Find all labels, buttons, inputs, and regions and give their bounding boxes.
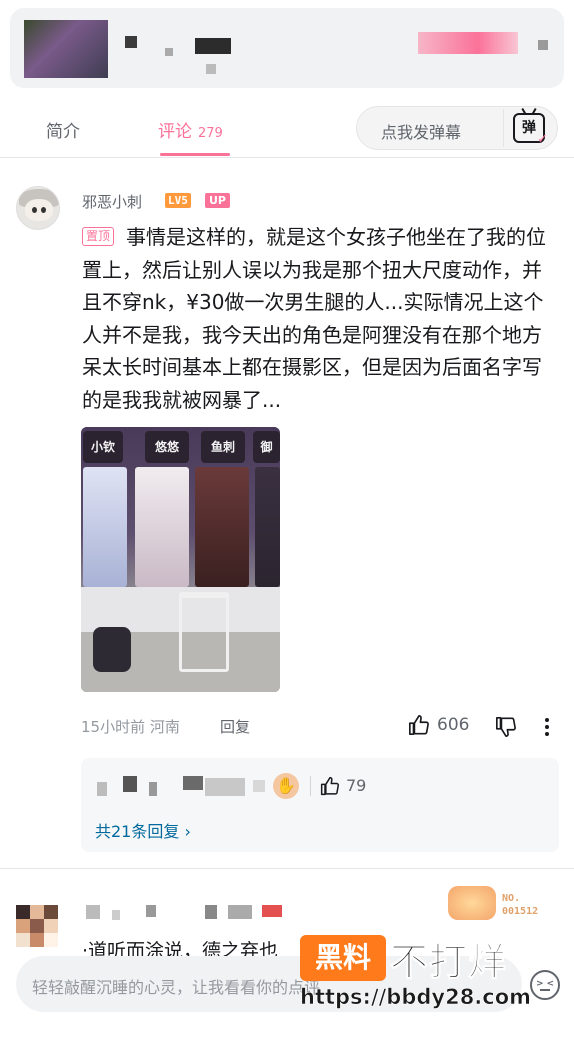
blurred-title: [125, 36, 137, 48]
reply-like-count: 79: [346, 776, 367, 795]
more-options-icon[interactable]: [539, 716, 555, 738]
avatar-pixel: [16, 919, 30, 933]
avatar-pixel: [30, 905, 44, 919]
view-replies-label: 共21条回复: [95, 822, 180, 841]
avatar-pixel: [44, 933, 58, 947]
blurred-follow: [538, 40, 548, 50]
photo-chair: [179, 592, 229, 672]
video-header-card[interactable]: [10, 8, 564, 88]
avatar-face: [25, 199, 53, 221]
photo-sign: 悠悠: [145, 431, 189, 463]
blurred-username: [86, 905, 100, 919]
blurred-username: [112, 910, 120, 920]
photo-poster: [255, 467, 280, 587]
blurred-username: [228, 905, 252, 919]
danmaku-divider: [503, 109, 504, 147]
blurred-reply: [97, 782, 107, 796]
thumbs-up-icon[interactable]: [320, 776, 340, 796]
check-icon: ✓: [537, 132, 548, 147]
photo-poster: [83, 467, 127, 587]
avatar-pixel: [16, 933, 30, 947]
emoji-icon-eye: <: [546, 979, 554, 989]
active-tab-indicator: [160, 153, 230, 156]
fan-badge-icon: [448, 886, 496, 920]
comment-meta: 15小时前 河南: [81, 716, 180, 737]
avatar-pixel: [44, 905, 58, 919]
blurred-username: [205, 905, 217, 919]
fan-badge-number: NO. 001512: [502, 893, 539, 917]
tab-comments[interactable]: 评论 279: [158, 117, 223, 142]
comment-username[interactable]: 邪恶小刺: [82, 191, 142, 212]
blurred-reply: [149, 782, 157, 796]
blurred-reply: [253, 780, 265, 792]
avatar[interactable]: [16, 905, 58, 947]
comment-body[interactable]: 事情是这样的，就是这个女孩子他坐在了我的位置上，然后让别人误以为我是那个扭大尺度…: [82, 221, 552, 416]
avatar-pixel: [30, 919, 44, 933]
comment-count: 279: [198, 126, 223, 141]
danmaku-icon-label: 弹: [522, 120, 536, 136]
watermark-text: 不打烊: [389, 940, 508, 985]
emoji-icon-eye: >: [536, 979, 544, 989]
watermark-logo: 黑料: [300, 935, 386, 981]
blurred-username: [262, 905, 282, 917]
avatar[interactable]: [16, 186, 60, 230]
comment-image[interactable]: 小钦 悠悠 鱼刺 御: [81, 427, 280, 692]
chevron-right-icon: ›: [184, 822, 191, 841]
emoji-button[interactable]: > <: [530, 970, 560, 1000]
photo-bag: [93, 627, 131, 672]
danmaku-toggle-icon[interactable]: 弹 ✓: [513, 113, 548, 147]
reply-button[interactable]: 回复: [220, 716, 250, 737]
tab-comments-label: 评论: [158, 122, 192, 142]
avatar-eye: [41, 207, 46, 213]
thumbs-up-icon[interactable]: [408, 714, 430, 736]
view-replies-link[interactable]: 共21条回复 ›: [95, 818, 191, 842]
avatar-pixel: [44, 919, 58, 933]
level-badge: LV5: [165, 193, 191, 208]
blurred-title: [206, 64, 216, 74]
photo-sign: 小钦: [83, 431, 123, 463]
blurred-title: [195, 38, 231, 54]
comment-time: 15小时前: [81, 718, 146, 736]
comment-location: 河南: [149, 718, 180, 736]
like-count: 606: [437, 715, 470, 735]
photo-poster: [135, 467, 189, 587]
photo-sign: 御: [253, 431, 280, 463]
avatar-pixel: [16, 905, 30, 919]
blurred-title: [165, 48, 173, 56]
avatar-pixel: [30, 933, 44, 947]
watermark-url: https://bbdy28.com: [300, 985, 532, 1010]
comment-input-placeholder: 轻轻敲醒沉睡的心灵，让我看看你的点评: [32, 978, 321, 997]
blurred-reply: [123, 776, 137, 792]
danmaku-placeholder: 点我发弹幕: [381, 123, 462, 142]
emoji-icon-mouth: [540, 989, 550, 992]
blurred-reply: [183, 776, 203, 790]
blurred-follow: [418, 32, 518, 54]
danmaku-input[interactable]: 点我发弹幕 弹 ✓: [356, 106, 558, 150]
blurred-username: [146, 905, 156, 917]
photo-sign: 鱼刺: [201, 431, 245, 463]
tab-intro[interactable]: 简介: [46, 117, 80, 142]
thumbs-down-icon[interactable]: [495, 716, 517, 738]
avatar-eye: [32, 207, 37, 213]
blurred-reply: [205, 778, 245, 796]
comment-divider: [0, 868, 574, 869]
up-badge: UP: [205, 193, 230, 208]
reply-divider: [310, 776, 311, 796]
photo-poster: [195, 467, 249, 587]
blurred-thumbnail: [24, 20, 108, 78]
ok-hand-icon: ✋: [273, 773, 299, 799]
